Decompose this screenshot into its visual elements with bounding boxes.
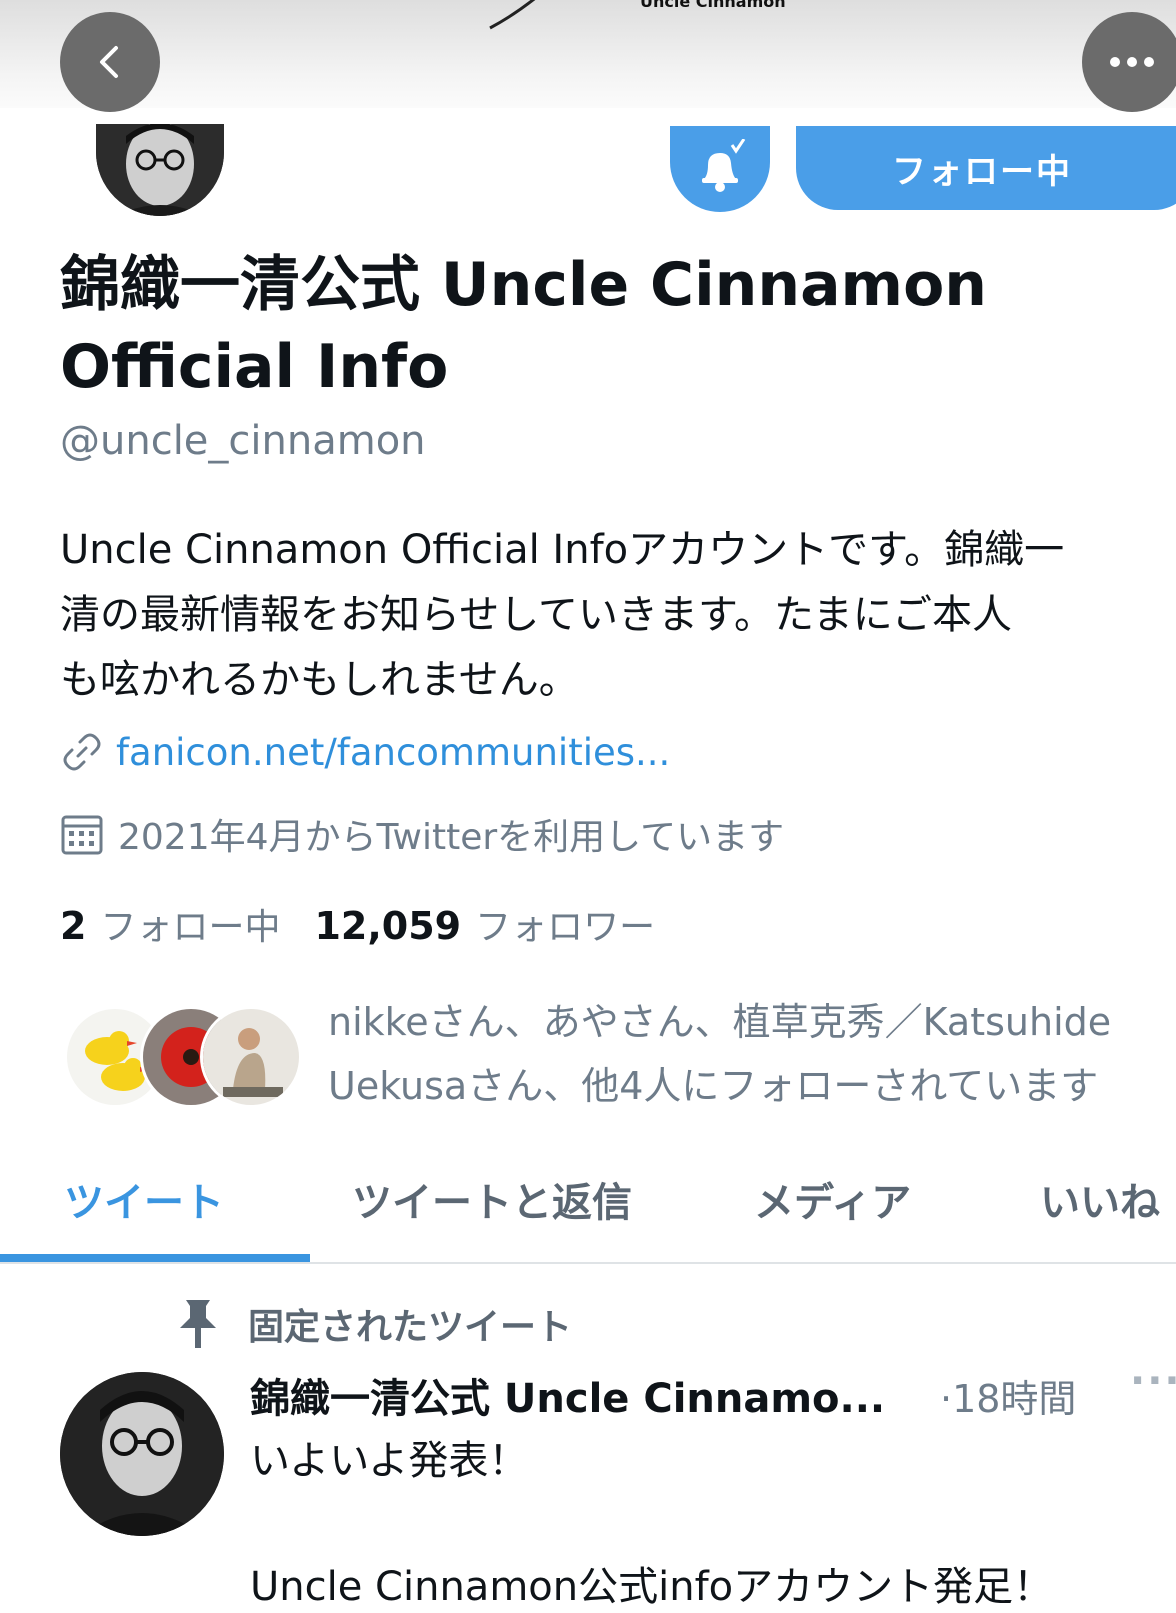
banner-logo: Uncle Cinnamon bbox=[480, 0, 800, 30]
banner-logo-text: Uncle Cinnamon bbox=[640, 0, 786, 11]
pin-icon bbox=[180, 1300, 216, 1348]
follow-stats: 2 フォロー中 12,059 フォロワー bbox=[60, 898, 655, 950]
profile-photo bbox=[96, 124, 224, 216]
calendar-icon bbox=[61, 815, 103, 855]
tweet-author-name[interactable]: 錦織一清公式 Uncle Cinnamo... bbox=[250, 1366, 910, 1424]
active-tab-indicator bbox=[0, 1254, 310, 1262]
tab-likes[interactable]: いいね bbox=[1040, 1170, 1160, 1228]
more-options-button[interactable] bbox=[1082, 12, 1176, 112]
following-button[interactable]: フォロー中 bbox=[796, 126, 1176, 210]
tweet-timestamp[interactable]: ·18時間 bbox=[940, 1368, 1076, 1423]
back-button[interactable] bbox=[60, 12, 160, 112]
tweet-author-photo bbox=[60, 1372, 224, 1536]
tab-media[interactable]: メディア bbox=[754, 1170, 911, 1228]
profile-website-link[interactable]: fanicon.net/fancommunities... bbox=[116, 731, 670, 774]
profile-link-row: fanicon.net/fancommunities... bbox=[60, 730, 670, 774]
tweet-more-button[interactable]: ··· bbox=[1130, 1358, 1176, 1404]
followers-label[interactable]: フォロワー bbox=[475, 898, 655, 950]
tweet-header: 錦織一清公式 Uncle Cinnamo... ·18時間 ··· bbox=[250, 1358, 1176, 1426]
tweet-text-line: いよいよ発表！ bbox=[250, 1438, 529, 1484]
joined-date-row: 2021年4月からTwitterを利用しています bbox=[60, 808, 784, 860]
notifications-bell-button[interactable] bbox=[670, 126, 770, 212]
display-name: 錦織一清公式 Uncle Cinnamon Official Info bbox=[60, 250, 988, 402]
mutual-followers-avatars[interactable] bbox=[64, 1006, 302, 1108]
tab-tweets-and-replies[interactable]: ツイートと返信 bbox=[352, 1170, 632, 1228]
banner-swoosh-graphic bbox=[489, 0, 536, 30]
tweet-text-line: Uncle Cinnamon公式infoアカウント発足！ bbox=[250, 1564, 1054, 1610]
back-arrow-icon bbox=[100, 46, 118, 78]
joined-date-text: 2021年4月からTwitterを利用しています bbox=[118, 817, 785, 858]
profile-tabs: ツイート ツイートと返信 メディア いいね bbox=[0, 1150, 1176, 1264]
followers-count[interactable]: 12,059 bbox=[314, 904, 461, 948]
tweet-author-avatar[interactable] bbox=[60, 1372, 224, 1536]
profile-banner: Uncle Cinnamon bbox=[0, 0, 1176, 108]
mutual-avatar-person bbox=[200, 1006, 302, 1108]
following-label[interactable]: フォロー中 bbox=[100, 898, 280, 950]
tab-tweets[interactable]: ツイート bbox=[64, 1170, 224, 1228]
mutual-followers-text[interactable]: nikkeさん、あやさん、植草克秀／Katsuhide Uekusaさん、他4人… bbox=[328, 990, 1168, 1118]
following-count[interactable]: 2 bbox=[60, 904, 86, 948]
profile-bio: Uncle Cinnamon Official Infoアカウントです。錦織一 … bbox=[60, 527, 1065, 703]
bell-check-icon bbox=[702, 139, 746, 192]
pinned-tweet-label: 固定されたツイート bbox=[248, 1307, 573, 1348]
more-dots-icon bbox=[1110, 57, 1154, 67]
profile-avatar[interactable] bbox=[96, 124, 224, 216]
profile-handle: @uncle_cinnamon bbox=[60, 418, 426, 464]
link-icon bbox=[63, 733, 101, 771]
pinned-tweet-label-row: 固定されたツイート bbox=[176, 1298, 572, 1350]
